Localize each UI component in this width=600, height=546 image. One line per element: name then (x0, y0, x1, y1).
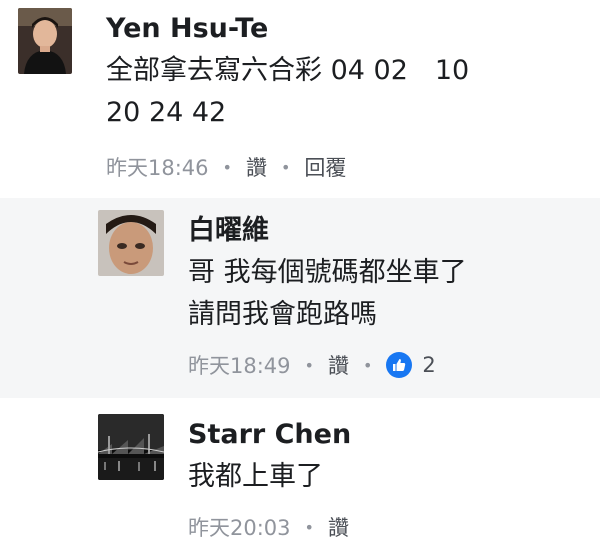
comment-author[interactable]: Starr Chen (188, 416, 588, 454)
like-link[interactable]: 讚 (328, 350, 349, 380)
separator-dot: • (304, 517, 314, 537)
comment-timestamp[interactable]: 昨天18:49 (188, 350, 291, 380)
thumbs-up-glyph (393, 359, 406, 371)
separator-dot: • (222, 157, 232, 177)
comment-meta: 昨天20:03 • 讚 (188, 512, 588, 542)
comment-author[interactable]: Yen Hsu-Te (106, 10, 586, 48)
avatar-photo-starr (98, 414, 164, 480)
avatar-photo-bai (98, 210, 164, 276)
separator-dot: • (280, 157, 291, 177)
avatar[interactable] (98, 210, 164, 276)
separator-dot: • (362, 355, 373, 375)
avatar-photo-yen (18, 8, 72, 74)
comment-text: 哥 我每個號碼都坐車了 請問我會跑路嗎 (188, 257, 467, 330)
reaction-count[interactable]: 2 (422, 353, 435, 377)
avatar[interactable] (98, 414, 164, 480)
reply-link[interactable]: 回覆 (304, 152, 346, 182)
comment-text: 我都上車了 (188, 461, 323, 492)
comment-timestamp[interactable]: 昨天20:03 (188, 512, 291, 542)
separator-dot: • (304, 355, 314, 375)
avatar[interactable] (18, 8, 72, 74)
comment-yen-hsu-te: Yen Hsu-Te 全部拿去寫六合彩 04 02 10 20 24 42 昨天… (0, 0, 600, 198)
like-link[interactable]: 讚 (328, 512, 349, 542)
comment-meta: 昨天18:49 • 讚 • 2 (188, 350, 588, 380)
comment-text: 全部拿去寫六合彩 04 02 10 20 24 42 (106, 55, 470, 128)
comment-author[interactable]: 白曜維 (188, 212, 588, 250)
comment-meta: 昨天18:46 • 讚 • 回覆 (106, 152, 586, 182)
comment-timestamp[interactable]: 昨天18:46 (106, 152, 209, 182)
reply-bai-yao-wei: 白曜維 哥 我每個號碼都坐車了 請問我會跑路嗎 昨天18:49 • 讚 • 2 (0, 198, 600, 398)
like-link[interactable]: 讚 (246, 152, 267, 182)
reply-starr-chen: Starr Chen 我都上車了 昨天20:03 • 讚 (0, 398, 600, 546)
thumbs-up-icon[interactable] (386, 352, 413, 378)
